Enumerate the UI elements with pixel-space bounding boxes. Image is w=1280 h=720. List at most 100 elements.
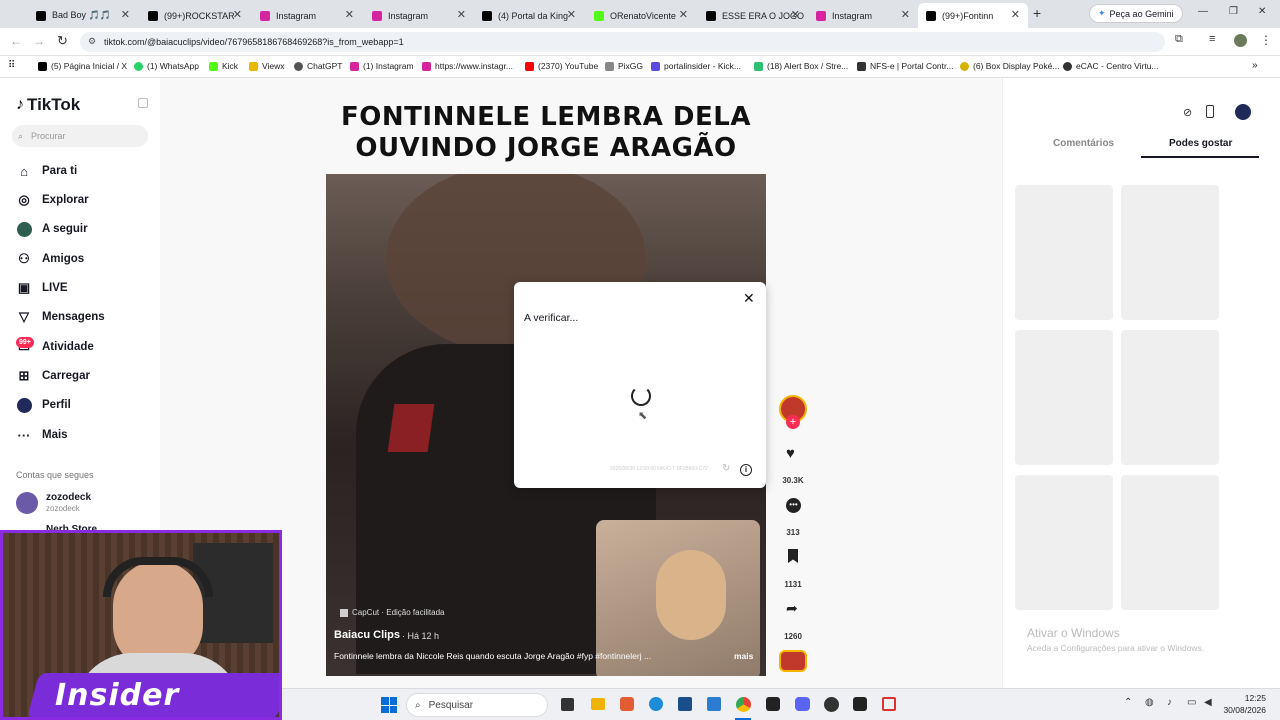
browser-tab-active[interactable]: (99+)Fontinn ✕: [918, 3, 1028, 28]
bookmark[interactable]: Viewx: [249, 61, 285, 71]
refresh-icon[interactable]: ↻: [722, 463, 730, 474]
more-link[interactable]: mais: [734, 651, 753, 661]
site-info-icon[interactable]: ⚙: [88, 36, 96, 47]
info-icon[interactable]: i: [740, 464, 752, 476]
capcut-app-icon[interactable]: [853, 697, 867, 711]
taskbar-search[interactable]: ⌕ Pesquisar: [406, 693, 548, 717]
nav-upload[interactable]: ⊞ Carregar: [16, 368, 90, 384]
browser-tab[interactable]: ORenatoVicente ✕: [586, 3, 696, 28]
close-tab-icon[interactable]: ✕: [679, 8, 688, 21]
nav-messages[interactable]: ▽ Mensagens: [16, 309, 105, 325]
volume-icon[interactable]: ◀: [1204, 697, 1212, 708]
bookmark[interactable]: (6) Box Display Poké...: [960, 61, 1059, 71]
obs-icon[interactable]: [824, 697, 839, 712]
bookmark[interactable]: PixGG: [605, 61, 643, 71]
apps-icon[interactable]: ⠿: [8, 60, 15, 71]
bookmark[interactable]: https://www.instagr...: [422, 61, 513, 71]
nav-profile[interactable]: Perfil: [16, 397, 71, 413]
copilot-icon[interactable]: [620, 697, 634, 711]
network-icon[interactable]: ◍: [1145, 697, 1154, 708]
clock-time[interactable]: 12:25: [1224, 693, 1266, 703]
explore-icon[interactable]: ⊘: [1183, 106, 1192, 119]
browser-tab[interactable]: (99+)ROCKSTAR ✕: [140, 3, 250, 28]
bookmark[interactable]: (18) Alert Box / Stre...: [754, 61, 848, 71]
forward-icon[interactable]: →: [33, 34, 45, 48]
browser-tab[interactable]: Bad Boy 🎵🎵 ✕: [28, 3, 138, 28]
close-tab-icon[interactable]: ✕: [1011, 8, 1020, 21]
menu-icon[interactable]: ⋮: [1260, 33, 1272, 47]
outlook-icon[interactable]: [707, 697, 721, 711]
user-avatar[interactable]: [1235, 104, 1251, 120]
nav-more[interactable]: ··· Mais: [16, 427, 68, 443]
tray-chevron-icon[interactable]: ⌃: [1124, 697, 1132, 708]
bookmark[interactable]: (2370) YouTube: [525, 61, 598, 71]
address-bar[interactable]: ⚙ tiktok.com/@baiacuclips/video/76796581…: [80, 32, 1165, 52]
new-tab-icon[interactable]: +: [1033, 5, 1041, 21]
bookmark[interactable]: (1) WhatsApp: [134, 61, 199, 71]
tab-you-may-like[interactable]: Podes gostar: [1169, 138, 1232, 149]
avatar[interactable]: [16, 492, 38, 514]
close-tab-icon[interactable]: ✕: [121, 8, 130, 21]
clock-date[interactable]: 30/08/2026: [1218, 705, 1266, 715]
edge-icon[interactable]: [649, 697, 663, 711]
like-heart-icon[interactable]: ♥: [786, 445, 795, 462]
browser-tab[interactable]: Instagram ✕: [808, 3, 918, 28]
author-name[interactable]: Baiacu Clips: [334, 629, 400, 641]
bookmark[interactable]: ChatGPT: [294, 61, 342, 71]
phone-icon[interactable]: [1206, 105, 1214, 118]
discord-icon[interactable]: [795, 697, 810, 711]
close-tab-icon[interactable]: ✕: [791, 8, 800, 21]
bookmark[interactable]: NFS-e | Portal Contr...: [857, 61, 953, 71]
more-bookmarks-icon[interactable]: »: [1252, 60, 1258, 71]
comment-icon[interactable]: •••: [786, 498, 801, 513]
close-tab-icon[interactable]: ✕: [457, 8, 466, 21]
nav-following[interactable]: A seguir: [16, 221, 88, 237]
browser-tab[interactable]: ESSE ERA O JOGO ✕: [698, 3, 808, 28]
following-name[interactable]: zozodeck: [46, 492, 91, 503]
minimize-icon[interactable]: —: [1198, 6, 1208, 17]
bookmark[interactable]: (5) Página Inicial / X: [38, 61, 127, 71]
share-arrow-icon[interactable]: ➦: [786, 600, 798, 617]
microphone-icon[interactable]: ♪: [1167, 697, 1172, 708]
bookmark-icon[interactable]: [788, 549, 798, 563]
bookmark[interactable]: eCAC - Centro Virtu...: [1063, 61, 1159, 71]
nav-explore[interactable]: ◎ Explorar: [16, 192, 88, 208]
reload-icon[interactable]: ↻: [57, 33, 68, 49]
media-icon[interactable]: ≡: [1209, 33, 1215, 45]
tiktok-logo[interactable]: ♪ TikTok: [16, 95, 80, 115]
store-icon[interactable]: [678, 697, 692, 711]
collapse-sidebar-icon[interactable]: [138, 98, 148, 108]
close-tab-icon[interactable]: ✕: [233, 8, 242, 21]
sound-disc-icon[interactable]: [779, 650, 807, 672]
bookmark[interactable]: (1) Instagram: [350, 61, 414, 71]
profile-avatar[interactable]: [1234, 34, 1247, 47]
snipping-tool-icon[interactable]: [882, 697, 896, 711]
back-icon[interactable]: ←: [10, 34, 22, 48]
gemini-button[interactable]: ✦ Peça ao Gemini: [1089, 4, 1183, 23]
restore-icon[interactable]: ❐: [1229, 6, 1238, 17]
browser-tab[interactable]: Instagram ✕: [252, 3, 362, 28]
nav-live[interactable]: ▣ LIVE: [16, 280, 68, 296]
bookmark[interactable]: portalinsider - Kick...: [651, 61, 741, 71]
browser-tab[interactable]: (4) Portal da King ✕: [474, 3, 584, 28]
monitor-icon[interactable]: ▭: [1187, 697, 1196, 708]
task-view-icon[interactable]: [561, 698, 574, 711]
chrome-icon[interactable]: [736, 697, 751, 712]
follow-plus-icon[interactable]: +: [786, 415, 800, 429]
close-icon[interactable]: ✕: [743, 290, 755, 307]
close-tab-icon[interactable]: ✕: [567, 8, 576, 21]
browser-tab[interactable]: Instagram ✕: [364, 3, 474, 28]
bookmark[interactable]: Kick: [209, 61, 238, 71]
file-explorer-icon[interactable]: [591, 698, 605, 710]
nav-friends[interactable]: ⚇ Amigos: [16, 251, 84, 267]
windows-start-icon[interactable]: [381, 697, 397, 713]
close-tab-icon[interactable]: ✕: [901, 8, 910, 21]
search-input[interactable]: ⌕ Procurar: [12, 125, 148, 147]
tab-comments[interactable]: Comentários: [1053, 138, 1114, 149]
nav-for-you[interactable]: ⌂ Para ti: [16, 163, 77, 179]
capcut-label[interactable]: CapCut · Edição facilitada: [340, 608, 445, 617]
extensions-icon[interactable]: ⧉: [1175, 33, 1183, 46]
close-tab-icon[interactable]: ✕: [345, 8, 354, 21]
close-window-icon[interactable]: ✕: [1258, 6, 1266, 17]
capcut-app-icon[interactable]: [766, 697, 780, 711]
